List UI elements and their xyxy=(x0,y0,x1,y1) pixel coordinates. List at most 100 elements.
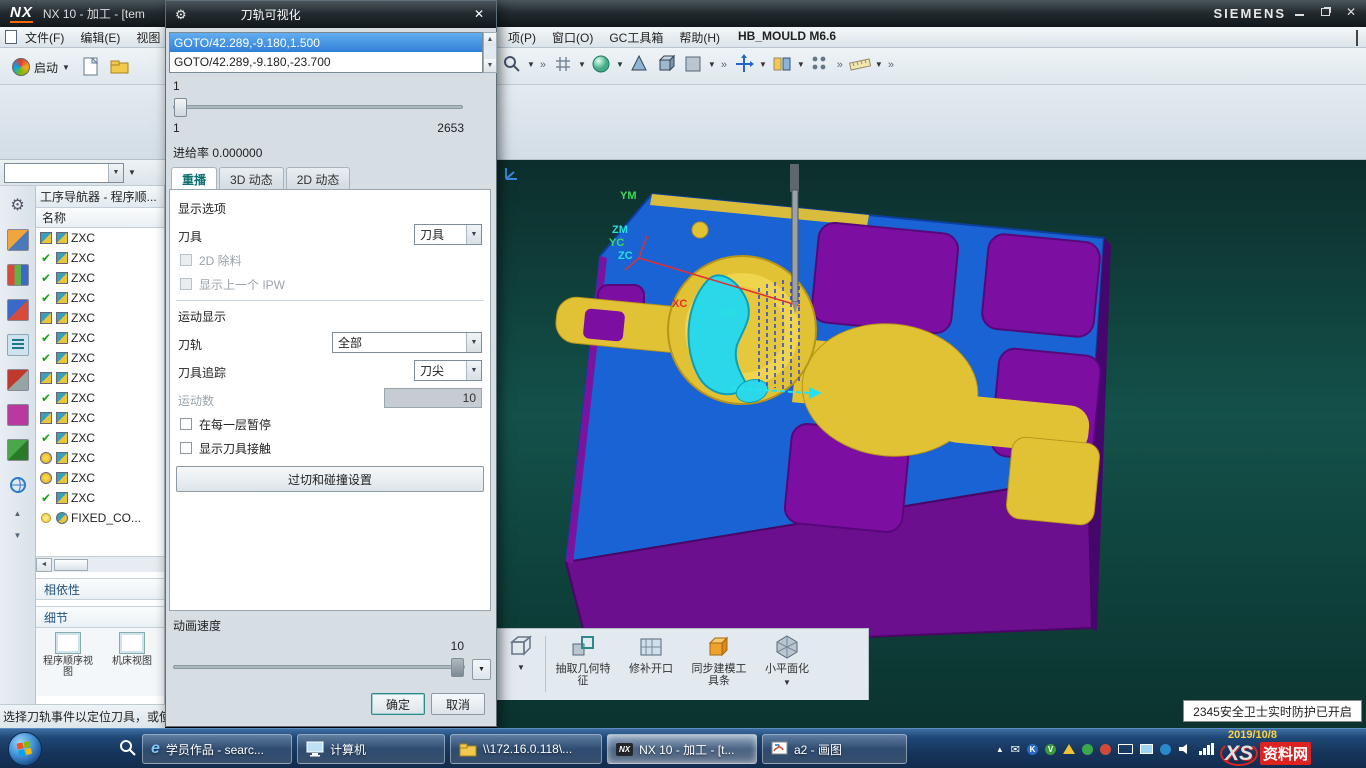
toolpath-range-combo[interactable]: 全部 ▼ xyxy=(332,332,482,353)
extract-geometry-button[interactable]: 抽取几何特征 xyxy=(552,634,614,687)
warning-icon[interactable] xyxy=(1063,744,1075,754)
overflow-chevron[interactable]: » xyxy=(721,59,727,71)
keyboard-icon[interactable] xyxy=(1118,744,1133,754)
tab-3d-dynamic[interactable]: 3D 动态 xyxy=(219,167,284,190)
pattern-button[interactable] xyxy=(808,51,832,77)
menu-gc-toolbox[interactable]: GC工具箱 xyxy=(601,29,671,46)
csys-mini-icon[interactable] xyxy=(502,165,520,183)
menu-preferences[interactable]: 项(P) xyxy=(500,29,544,46)
selection-filter-combo[interactable]: ▼ xyxy=(4,163,124,183)
machine-tool-navigator-icon[interactable] xyxy=(7,369,29,391)
cone-button[interactable] xyxy=(627,51,651,77)
show-last-ipw-checkbox[interactable] xyxy=(180,278,192,290)
chevron-down-icon[interactable]: ▼ xyxy=(616,60,624,69)
chevron-down-icon[interactable]: ▼ xyxy=(759,60,767,69)
assembly-navigator-icon[interactable] xyxy=(7,229,29,251)
menu-help[interactable]: 帮助(H) xyxy=(671,29,728,46)
find-button[interactable] xyxy=(500,51,524,77)
goto-list-scrollbar[interactable]: ▲ ▼ xyxy=(483,32,497,73)
dialog-close-button[interactable]: ✕ xyxy=(470,6,488,22)
menu-file[interactable]: 文件(F) xyxy=(17,29,72,46)
assembly-constraints-button[interactable] xyxy=(770,51,794,77)
tab-2d-dynamic[interactable]: 2D 动态 xyxy=(286,167,351,190)
menu-view[interactable]: 视图 xyxy=(128,29,168,46)
green-status-icon[interactable] xyxy=(1082,744,1093,755)
mail-icon[interactable]: ✉ xyxy=(1011,743,1020,756)
goto-row-selected[interactable]: GOTO/42.289,-9.180,1.500 xyxy=(170,33,482,52)
update-icon[interactable] xyxy=(1160,744,1171,755)
scroll-down-icon[interactable]: ▼ xyxy=(484,59,496,72)
2d-material-removal-checkbox[interactable] xyxy=(180,254,192,266)
position-slider-track[interactable] xyxy=(173,105,463,109)
tree-row[interactable]: ZXC xyxy=(36,468,164,488)
machine-tool-view-button[interactable]: 机床视图 xyxy=(104,632,160,696)
tree-row[interactable]: ✔ZXC xyxy=(36,388,164,408)
restore-button[interactable] xyxy=(1316,4,1334,20)
shaded-style-button[interactable] xyxy=(681,51,705,77)
new-file-button[interactable] xyxy=(79,54,103,80)
taskbar-button-nx[interactable]: NX NX 10 - 加工 - [t... xyxy=(607,734,757,764)
chevron-down-icon[interactable]: ▼ xyxy=(797,60,805,69)
position-slider-thumb[interactable] xyxy=(174,98,187,117)
tree-row[interactable]: ✔ZXC xyxy=(36,328,164,348)
part-navigator-icon[interactable] xyxy=(7,299,29,321)
tree-row[interactable]: ✔ZXC xyxy=(36,288,164,308)
chevron-down-icon[interactable]: ▼ xyxy=(578,60,586,69)
chevron-down-icon[interactable]: ▼ xyxy=(875,60,883,69)
motion-count-field[interactable]: 10 xyxy=(384,388,482,408)
scrollbar-thumb[interactable] xyxy=(54,559,88,571)
tree-row[interactable]: ✔ZXC xyxy=(36,488,164,508)
tab-replay[interactable]: 重播 xyxy=(171,167,217,190)
tree-row-fixed[interactable]: FIXED_CO... xyxy=(36,508,164,528)
scroll-up-icon[interactable]: ▲ xyxy=(484,33,496,46)
graphics-viewport[interactable]: YM ZM YC ZC XC XM ▼ 抽取几何特征 修补开口 同步建模工具条 … xyxy=(497,160,1366,728)
speed-spinner-down-button[interactable]: ▼ xyxy=(472,659,491,680)
hidden-icons-button[interactable]: ▲ xyxy=(996,745,1004,754)
gouge-collision-settings-button[interactable]: 过切和碰撞设置 xyxy=(176,466,484,492)
chevron-down-icon[interactable]: ▼ xyxy=(527,60,535,69)
close-button[interactable]: ✕ xyxy=(1342,4,1360,20)
measure-button[interactable] xyxy=(848,51,872,77)
ok-button[interactable]: 确定 xyxy=(371,693,425,715)
move-component-button[interactable] xyxy=(732,51,756,77)
tree-row[interactable]: ZXC xyxy=(36,368,164,388)
facet-body-button[interactable]: 小平面化 ▼ xyxy=(756,634,818,687)
synchronous-modeling-button[interactable]: 同步建模工具条 xyxy=(688,634,750,687)
roles-gear-icon[interactable]: ⚙ xyxy=(7,194,29,216)
hd3d-tools-icon[interactable] xyxy=(7,439,29,461)
scroll-down-icon[interactable]: ▼ xyxy=(14,531,22,540)
sphere-display-button[interactable] xyxy=(589,51,613,77)
horizontal-scrollbar[interactable]: ◄ xyxy=(36,556,164,572)
start-menu-button[interactable]: 启动 ▼ xyxy=(8,56,74,78)
tree-row[interactable]: ✔ZXC xyxy=(36,348,164,368)
menu-window[interactable]: 窗口(O) xyxy=(544,29,601,46)
web-browser-icon[interactable] xyxy=(7,474,29,496)
show-tool-contact-checkbox[interactable] xyxy=(180,442,192,454)
tree-row[interactable]: ✔ZXC xyxy=(36,268,164,288)
v-app-icon[interactable]: V xyxy=(1045,744,1056,755)
speed-slider-thumb[interactable] xyxy=(451,658,464,677)
minimize-button[interactable] xyxy=(1290,4,1308,20)
cube-display-button[interactable] xyxy=(654,51,678,77)
tree-row[interactable]: ZXC xyxy=(36,308,164,328)
volume-icon[interactable] xyxy=(1178,743,1192,755)
pause-each-level-checkbox[interactable] xyxy=(180,418,192,430)
overflow-chevron[interactable]: » xyxy=(837,59,843,71)
k-app-icon[interactable]: K xyxy=(1027,744,1038,755)
menu-edit[interactable]: 编辑(E) xyxy=(72,29,128,46)
tree-row[interactable]: ZXC xyxy=(36,228,164,248)
start-button[interactable] xyxy=(8,732,42,766)
taskbar-button-computer[interactable]: 计算机 xyxy=(297,734,445,764)
taskbar-button-network-folder[interactable]: \\172.16.0.118\... xyxy=(450,734,602,764)
speed-slider-track[interactable] xyxy=(173,665,465,669)
search-window-button[interactable] xyxy=(118,737,138,762)
chevron-down-icon[interactable]: ▼ xyxy=(128,168,136,177)
tool-display-combo[interactable]: 刀具 ▼ xyxy=(414,224,482,245)
goto-list[interactable]: GOTO/42.289,-9.180,1.500 GOTO/42.289,-9.… xyxy=(169,32,483,73)
overflow-chevron[interactable]: » xyxy=(888,59,894,71)
operation-navigator-icon[interactable] xyxy=(7,334,29,356)
dependencies-section[interactable]: 相依性 xyxy=(36,578,164,600)
taskbar-button-paint[interactable]: a2 - 画图 xyxy=(762,734,907,764)
details-section[interactable]: 细节 xyxy=(36,606,164,628)
tree-row[interactable]: ZXC xyxy=(36,448,164,468)
